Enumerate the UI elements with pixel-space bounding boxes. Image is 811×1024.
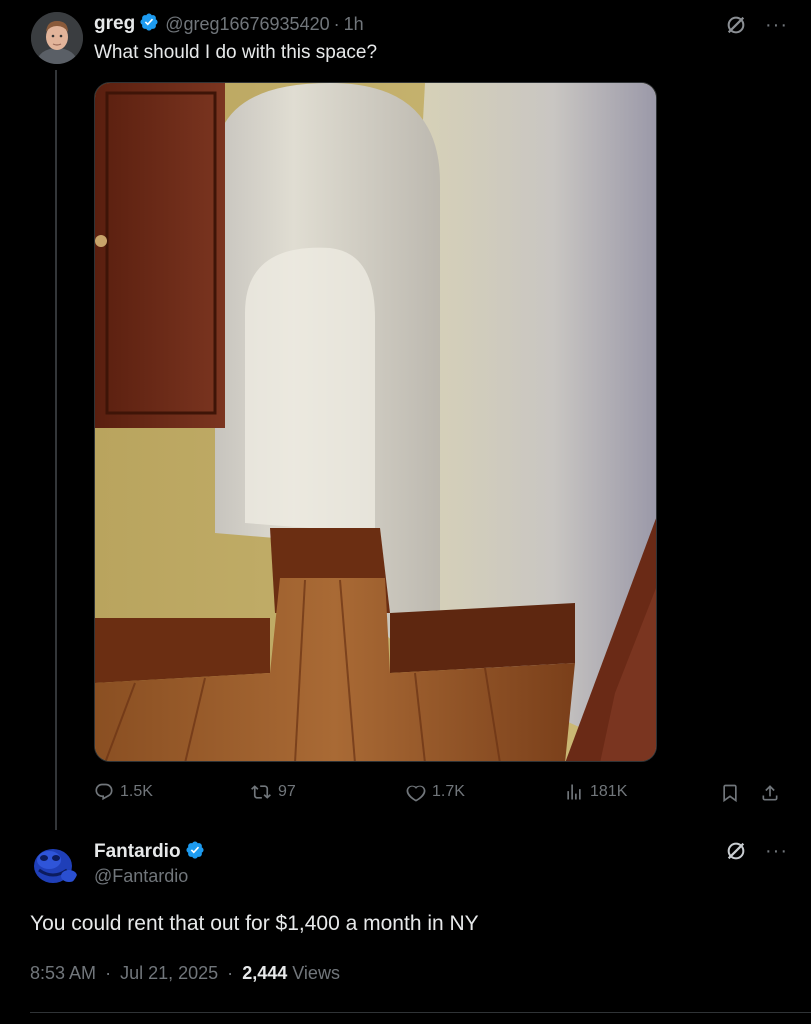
verified-badge-icon xyxy=(139,12,159,37)
reply-count: 1.5K xyxy=(120,783,153,800)
views-button[interactable]: 181K xyxy=(564,782,627,802)
repost-button[interactable]: 97 xyxy=(250,782,296,802)
reply-header: Fantardio xyxy=(94,840,205,864)
post-header: greg @greg16676935420 · 1h xyxy=(94,12,364,36)
like-button[interactable]: 1.7K xyxy=(406,782,465,802)
views-count: 181K xyxy=(590,783,628,800)
post-time[interactable]: 1h xyxy=(344,14,364,35)
bookmark-icon xyxy=(723,784,737,803)
grok-icon[interactable] xyxy=(725,14,747,36)
views-icon xyxy=(567,784,581,800)
verified-badge-icon xyxy=(185,840,205,865)
reply-views-count: 2,444 xyxy=(242,963,288,983)
more-icon[interactable]: ··· xyxy=(765,841,788,861)
reply-time[interactable]: 8:53 AM xyxy=(30,963,96,983)
separator-dot: · xyxy=(227,963,234,983)
divider xyxy=(30,1012,811,1013)
reply-date[interactable]: Jul 21, 2025 xyxy=(120,963,218,983)
author-name[interactable]: greg xyxy=(94,13,135,35)
post-text: What should I do with this space? xyxy=(94,42,378,63)
reply-top-actions: ··· xyxy=(725,840,788,862)
author-handle[interactable]: @greg16676935420 xyxy=(165,14,329,35)
post-photo[interactable] xyxy=(94,82,657,762)
repost-count: 97 xyxy=(278,783,296,800)
reply-author-handle[interactable]: @Fantardio xyxy=(94,866,188,887)
separator-dot: · xyxy=(105,963,112,983)
reply-icon xyxy=(95,783,113,801)
reply-views-label: Views xyxy=(292,963,340,983)
more-icon[interactable]: ··· xyxy=(765,15,788,35)
separator-dot: · xyxy=(333,13,340,34)
thread-connector-line xyxy=(55,70,57,830)
bookmark-button[interactable] xyxy=(720,782,746,804)
post-action-bar: 1.5K 97 1.7K 181K xyxy=(94,780,794,810)
avatar[interactable] xyxy=(29,840,79,890)
reply-author-name[interactable]: Fantardio xyxy=(94,841,181,863)
grok-icon[interactable] xyxy=(725,840,747,862)
share-button[interactable] xyxy=(760,782,786,804)
avatar[interactable] xyxy=(31,12,83,64)
repost-icon xyxy=(251,785,271,799)
reply-button[interactable]: 1.5K xyxy=(94,782,153,802)
like-count: 1.7K xyxy=(432,783,465,800)
reply-text: You could rent that out for $1,400 a mon… xyxy=(30,912,479,935)
share-icon xyxy=(762,785,778,801)
like-icon xyxy=(406,785,426,802)
reply-meta: 8:53 AM · Jul 21, 2025 · 2,444 Views xyxy=(30,963,340,984)
post-top-actions: ··· xyxy=(725,14,788,36)
